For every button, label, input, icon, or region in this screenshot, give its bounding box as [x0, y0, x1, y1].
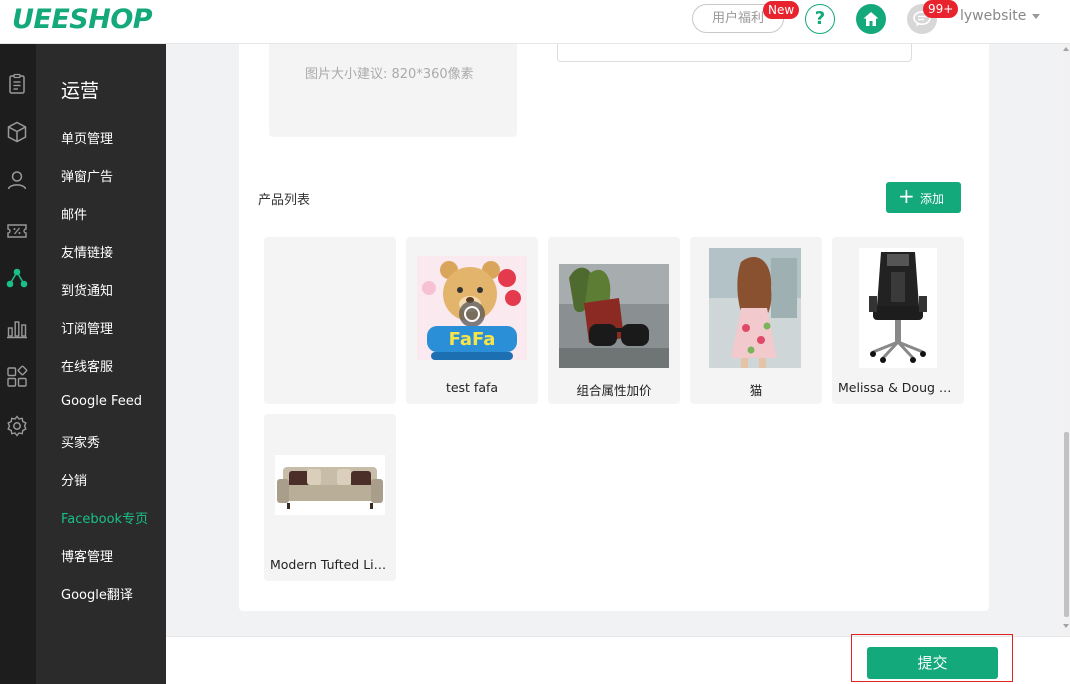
home-button[interactable]: [856, 4, 886, 34]
form-card: 图片大小建议: 820*360像素 产品列表 + 添加 FaFa test fa…: [239, 44, 989, 611]
menu-item-distribution[interactable]: 分销: [61, 470, 87, 489]
product-card[interactable]: 组合属性加价: [548, 237, 680, 404]
product-image-girl-dress: [709, 248, 801, 368]
secondary-sidebar: 运营 单页管理 弹窗广告 邮件 友情链接 到货通知 订阅管理 在线客服 Goog…: [36, 44, 166, 684]
plus-icon: +: [898, 184, 915, 208]
bar-chart-icon[interactable]: [5, 316, 29, 340]
menu-item-google-translate[interactable]: Google翻译: [61, 584, 133, 603]
home-icon: [863, 12, 879, 26]
menu-item-page-manage[interactable]: 单页管理: [61, 128, 113, 147]
primary-icon-bar: [0, 44, 36, 684]
menu-item-blog-manage[interactable]: 博客管理: [61, 546, 113, 565]
new-badge: New: [763, 1, 800, 19]
clipboard-icon[interactable]: [5, 72, 29, 96]
product-card[interactable]: Modern Tufted Lin...: [264, 414, 396, 581]
product-card[interactable]: Melissa & Doug S...: [832, 237, 964, 404]
logo[interactable]: UEESHOP: [12, 4, 153, 35]
product-name: 猫: [749, 383, 763, 398]
scrollbar-thumb[interactable]: [1064, 432, 1069, 617]
help-button[interactable]: ?: [805, 4, 835, 34]
discount-icon[interactable]: [5, 219, 29, 243]
product-image-sofa: [275, 455, 385, 515]
share-icon[interactable]: [5, 266, 29, 290]
add-product-button[interactable]: + 添加: [886, 182, 961, 213]
product-card[interactable]: 猫: [690, 237, 822, 404]
menu-item-arrival-notice[interactable]: 到货通知: [61, 280, 113, 299]
message-count-badge: 99+: [923, 0, 959, 18]
package-icon[interactable]: [5, 120, 29, 144]
menu-item-google-feed[interactable]: Google Feed: [61, 394, 142, 409]
text-input-field[interactable]: [557, 44, 912, 62]
add-button-label: 添加: [920, 192, 945, 206]
caret-down-icon[interactable]: [1032, 14, 1040, 19]
scroll-down-arrow-icon[interactable]: [1063, 624, 1069, 628]
product-name: Modern Tufted Lin...: [270, 557, 394, 572]
apps-icon[interactable]: [5, 365, 29, 389]
submit-button[interactable]: 提交: [867, 647, 998, 679]
menu-item-popup-ads[interactable]: 弹窗广告: [61, 166, 113, 185]
product-name: test fafa: [445, 380, 499, 395]
product-image-office-chair: [859, 248, 937, 368]
product-card[interactable]: FaFa test fafa: [406, 237, 538, 404]
menu-item-subscriptions[interactable]: 订阅管理: [61, 318, 113, 337]
product-name: Melissa & Doug S...: [838, 380, 959, 395]
product-list-title: 产品列表: [258, 193, 311, 208]
menu-item-friend-links[interactable]: 友情链接: [61, 242, 113, 261]
product-name: 组合属性加价: [576, 383, 652, 398]
menu-item-buyer-show[interactable]: 买家秀: [61, 432, 100, 451]
settings-icon[interactable]: [5, 414, 29, 438]
upload-size-tip: 图片大小建议: 820*360像素: [305, 67, 474, 82]
top-header: UEESHOP 用户福利 New ? 99+ lywebsite: [0, 0, 1070, 44]
menu-item-email[interactable]: 邮件: [61, 204, 87, 223]
product-image-sunglasses: [559, 264, 669, 368]
submenu-title: 运营: [61, 80, 100, 102]
menu-item-facebook-page[interactable]: Facebook专页: [61, 508, 148, 527]
scroll-up-arrow-icon[interactable]: [1063, 47, 1069, 51]
product-card-empty[interactable]: [264, 237, 396, 404]
user-icon[interactable]: [5, 168, 29, 192]
menu-item-online-service[interactable]: 在线客服: [61, 356, 113, 375]
product-image-teddy-bear: FaFa: [417, 256, 527, 360]
user-menu[interactable]: lywebsite: [960, 8, 1026, 24]
image-upload-area[interactable]: 图片大小建议: 820*360像素: [269, 44, 517, 137]
main-content: 图片大小建议: 820*360像素 产品列表 + 添加 FaFa test fa…: [166, 44, 1063, 636]
svg-text:FaFa: FaFa: [449, 329, 496, 350]
